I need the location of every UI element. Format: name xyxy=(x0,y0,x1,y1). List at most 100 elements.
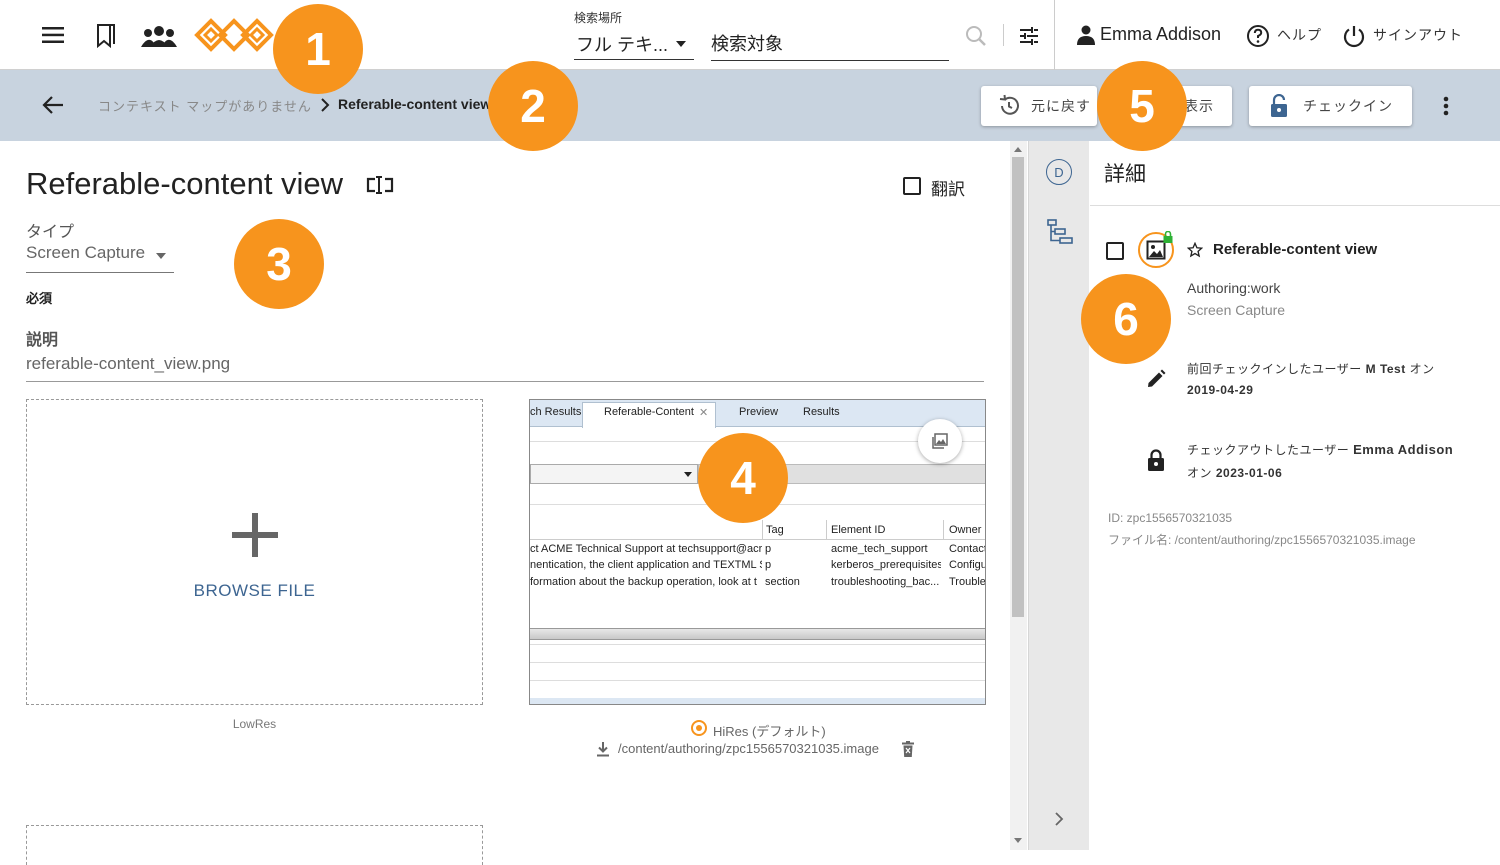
page-title: Referable-content view xyxy=(26,166,344,201)
dropzone[interactable] xyxy=(26,825,483,865)
chevron-right-icon[interactable] xyxy=(1050,808,1068,830)
preview-footer-bar xyxy=(530,698,985,704)
preview-cell: Configu xyxy=(949,559,986,571)
search-scope-label: 検索場所 xyxy=(574,11,623,25)
more-vert-icon[interactable] xyxy=(1434,92,1458,120)
preview-tab: Results xyxy=(803,406,840,418)
bookmark-icon[interactable] xyxy=(92,22,120,50)
last-checkin-prefix: 前回チェックインしたユーザー xyxy=(1187,362,1362,376)
image-icon[interactable] xyxy=(918,419,962,463)
plus-icon xyxy=(232,513,278,557)
power-icon[interactable] xyxy=(1340,22,1368,50)
preview-column-header: Tag xyxy=(766,524,784,536)
scroll-up-arrow[interactable] xyxy=(1014,147,1022,152)
lock-open-icon xyxy=(1269,94,1289,118)
preview-combo xyxy=(530,464,698,484)
compare-icon[interactable] xyxy=(364,173,398,197)
preview-column-header: Element ID xyxy=(831,524,886,536)
callout-badge: 3 xyxy=(234,219,324,309)
filter-icon[interactable] xyxy=(1014,22,1044,50)
checkout-date-line: オン 2023-01-06 xyxy=(1187,464,1282,481)
history-icon xyxy=(997,94,1021,118)
preview-cell: Trouble xyxy=(949,576,986,588)
search-input[interactable] xyxy=(711,28,949,61)
callout-badge: 2 xyxy=(488,61,578,151)
detail-title: 詳細 xyxy=(1104,163,1146,186)
group-icon[interactable] xyxy=(140,22,178,50)
asset-type: Screen Capture xyxy=(1187,302,1286,318)
browse-file-button[interactable]: BROWSE FILE xyxy=(26,581,483,601)
search-icon[interactable] xyxy=(962,22,990,50)
preview-cell: p xyxy=(765,559,772,571)
tree-icon[interactable] xyxy=(1044,216,1076,248)
callout-badge: 1 xyxy=(273,4,363,94)
preview-col-div xyxy=(826,520,827,540)
star-icon[interactable] xyxy=(1186,241,1204,259)
rail-d-button[interactable]: D xyxy=(1046,159,1072,185)
scroll-down-arrow[interactable] xyxy=(1014,838,1022,843)
asset-checkbox[interactable] xyxy=(1106,242,1124,260)
chevron-down-icon xyxy=(156,253,166,259)
person-icon xyxy=(1074,22,1098,48)
preview-cell: formation about the backup operation, lo… xyxy=(530,576,757,588)
preview-cell: p xyxy=(765,543,772,555)
preview-line xyxy=(530,680,985,681)
preview-cell: nentication, the client application and … xyxy=(530,559,762,571)
preview-col-div xyxy=(762,520,763,540)
preview-tab: ch Results xyxy=(530,406,582,418)
divider xyxy=(1090,205,1500,206)
type-label: タイプ xyxy=(26,224,75,241)
lock-icon xyxy=(1144,447,1168,473)
preview-cell: troubleshooting_bac... xyxy=(831,576,940,588)
preview-cell: Contact xyxy=(949,543,986,555)
asset-id: ID: zpc1556570321035 xyxy=(1108,511,1233,525)
description-field[interactable]: referable-content_view.png xyxy=(26,354,984,382)
help-icon[interactable] xyxy=(1244,22,1272,50)
download-icon[interactable] xyxy=(594,739,612,759)
lowres-label: LowRes xyxy=(232,717,277,731)
preview-splitter xyxy=(530,628,985,640)
type-value: Screen Capture xyxy=(26,243,146,262)
description-label: 説明 xyxy=(26,332,59,349)
asset-status: Authoring:work xyxy=(1187,280,1281,296)
preview-column-header: Owner I xyxy=(949,524,986,536)
search-scope-select[interactable]: フル テキ... xyxy=(574,28,694,60)
callout-badge: 6 xyxy=(1081,274,1171,364)
divider xyxy=(1003,24,1004,46)
breadcrumb-root[interactable]: コンテキスト マップがありません xyxy=(98,96,312,115)
revert-button[interactable]: 元に戻す xyxy=(981,86,1097,126)
help-link[interactable]: ヘルプ xyxy=(1277,25,1322,45)
scroll-thumb[interactable] xyxy=(1012,157,1024,617)
translate-label: 翻訳 xyxy=(931,180,965,199)
last-checkin-on: オン xyxy=(1409,362,1435,376)
preview-tab: Referable-Content xyxy=(604,406,694,418)
breadcrumb-current: Referable-content view xyxy=(338,96,492,112)
preview-line xyxy=(530,662,985,663)
search-scope-value: フル テキ... xyxy=(576,34,669,55)
translate-checkbox[interactable] xyxy=(903,177,921,195)
back-arrow-icon[interactable] xyxy=(38,91,68,119)
checkin-button[interactable]: チェックイン xyxy=(1249,86,1412,126)
checkout-line: チェックアウトしたユーザー Emma Addison xyxy=(1187,441,1453,458)
logo[interactable] xyxy=(193,17,275,53)
preview-cell: section xyxy=(765,576,800,588)
hires-path: /content/authoring/zpc1556570321035.imag… xyxy=(618,741,879,756)
view-label: 表示 xyxy=(1184,98,1214,114)
asset-title[interactable]: Referable-content view xyxy=(1213,241,1377,258)
checkout-user: Emma Addison xyxy=(1353,442,1454,457)
type-select[interactable]: Screen Capture xyxy=(26,243,174,273)
signout-link[interactable]: サインアウト xyxy=(1373,25,1463,45)
required-label: 必須 xyxy=(26,291,53,306)
lock-icon xyxy=(1163,231,1173,243)
trash-icon[interactable] xyxy=(900,739,916,759)
divider xyxy=(1054,0,1055,70)
preview-header-row xyxy=(530,520,985,540)
pencil-icon xyxy=(1144,367,1168,391)
menu-icon[interactable] xyxy=(38,22,68,48)
hires-radio[interactable] xyxy=(691,720,707,736)
user-name[interactable]: Emma Addison xyxy=(1100,24,1221,45)
preview-cell: kerberos_prerequisites xyxy=(831,559,941,571)
preview-cell: ct ACME Technical Support at techsupport… xyxy=(530,543,762,555)
preview-line xyxy=(530,644,985,645)
revert-label: 元に戻す xyxy=(1031,98,1091,114)
